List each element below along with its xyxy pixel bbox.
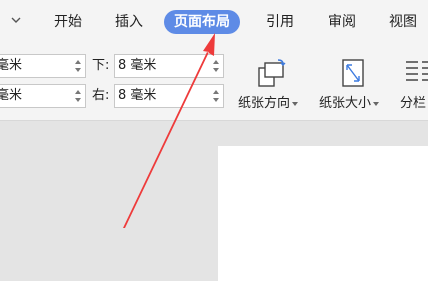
tab-view[interactable]: 视图 xyxy=(389,10,417,34)
paper-size-label: 纸张大小 xyxy=(319,92,380,111)
spinner[interactable] xyxy=(75,87,83,105)
tab-page-layout[interactable]: 页面布局 xyxy=(164,10,240,34)
margin-left-field[interactable]: 毫米 xyxy=(0,84,86,108)
tab-reference[interactable]: 引用 xyxy=(266,10,294,34)
margin-top-field[interactable]: 毫米 xyxy=(0,54,86,78)
tab-start[interactable]: 开始 xyxy=(54,10,82,34)
document-page[interactable] xyxy=(218,146,428,281)
spinner[interactable] xyxy=(213,87,221,105)
bottom-margin-label: 下: xyxy=(92,58,110,73)
bottom-margin-value: 8 毫米 xyxy=(118,58,157,73)
bottom-margin-field[interactable]: 8 毫米 xyxy=(114,54,224,78)
tab-insert[interactable]: 插入 xyxy=(115,10,143,34)
menu-tab-bar: 开始 插入 页面布局 引用 审阅 视图 xyxy=(0,0,428,46)
columns-button[interactable]: 分栏 xyxy=(400,54,428,114)
right-margin-field[interactable]: 8 毫米 xyxy=(114,84,224,108)
columns-label: 分栏 xyxy=(400,96,427,111)
chevron-down-icon[interactable] xyxy=(10,14,22,26)
columns-icon xyxy=(406,61,428,81)
paper-size-button[interactable]: 纸张大小 xyxy=(319,54,389,114)
spinner[interactable] xyxy=(213,57,221,75)
tab-review[interactable]: 审阅 xyxy=(328,10,356,34)
margin-top-value: 毫米 xyxy=(0,58,23,73)
right-margin-label: 右: xyxy=(92,88,110,103)
margin-left-value: 毫米 xyxy=(0,88,23,103)
page-orientation-icon xyxy=(258,59,286,87)
right-margin-value: 8 毫米 xyxy=(118,88,157,103)
spinner[interactable] xyxy=(75,57,83,75)
orientation-label: 纸张方向 xyxy=(238,92,299,111)
paper-size-icon xyxy=(342,59,364,87)
orientation-button[interactable]: 纸张方向 xyxy=(238,54,308,114)
